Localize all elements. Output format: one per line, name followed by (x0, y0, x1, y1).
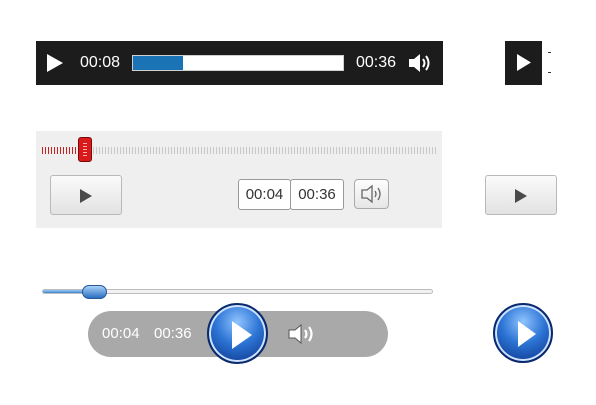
play-icon (518, 321, 536, 347)
progress-track[interactable] (132, 55, 344, 71)
duration: 00:36 (356, 54, 397, 71)
dark-audio-player: 00:08 00:36 (36, 41, 443, 85)
current-time: 00:04 (238, 179, 291, 210)
play-icon (515, 189, 527, 203)
play-icon (47, 54, 63, 72)
volume-button[interactable] (286, 322, 318, 346)
volume-icon (361, 184, 381, 204)
duration: 00:36 (290, 179, 344, 210)
progress-handle[interactable] (82, 285, 107, 299)
volume-icon (288, 323, 313, 345)
progress-handle[interactable] (78, 137, 92, 162)
progress-track[interactable] (42, 147, 436, 154)
play-icon (80, 189, 92, 203)
play-icon (517, 54, 531, 71)
volume-icon (409, 54, 430, 72)
edge-mark (548, 52, 551, 53)
edge-mark (548, 72, 551, 73)
volume-button[interactable] (408, 52, 434, 74)
play-button[interactable] (50, 175, 122, 215)
current-time: 00:08 (80, 54, 121, 71)
mini-play-button-dark[interactable] (505, 41, 542, 85)
progress-fill (133, 56, 184, 70)
play-button[interactable] (207, 303, 268, 364)
play-button[interactable] (46, 54, 64, 72)
mini-play-button-light[interactable] (485, 175, 557, 215)
current-time: 00:04 (102, 325, 140, 342)
play-icon (232, 321, 252, 349)
duration: 00:36 (154, 325, 192, 342)
volume-button[interactable] (354, 179, 389, 209)
mini-play-button-orb[interactable] (493, 303, 553, 363)
light-audio-player: 00:04 00:36 (36, 131, 442, 228)
